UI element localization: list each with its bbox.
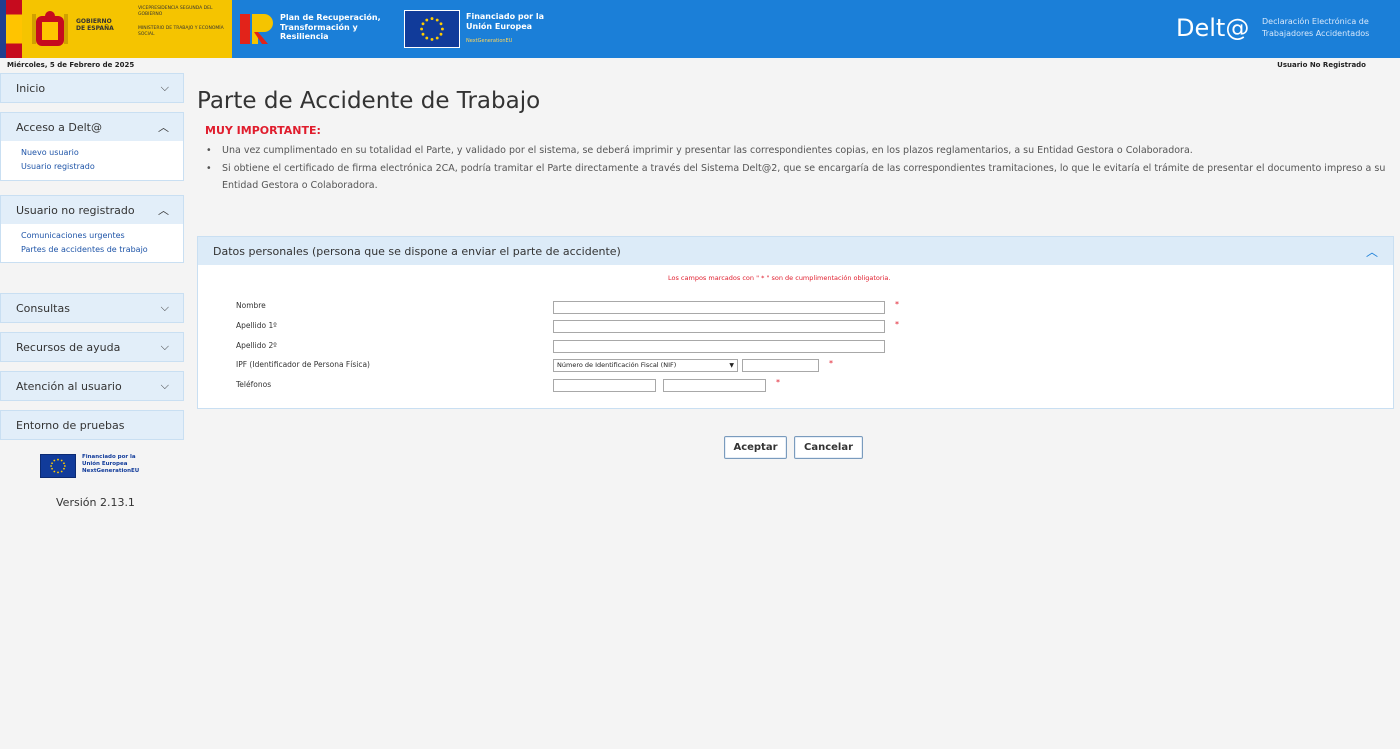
sidebar-item-atencion[interactable]: Atención al usuario ⌵ <box>0 371 184 401</box>
brand-subtitle: Declaración Electrónica de Trabajadores … <box>1262 17 1370 38</box>
vice-label: VICEPRESIDENCIA SEGUNDA DEL GOBIERNO MIN… <box>138 6 224 37</box>
link-nuevo-usuario[interactable]: Nuevo usuario <box>21 146 173 160</box>
chevron-down-icon: ⌵ <box>160 81 169 94</box>
prtr-logo-icon <box>240 14 273 44</box>
ipf-type-select[interactable]: Número de Identificación Fiscal (NIF) ▼ <box>553 359 738 372</box>
required-star: * <box>829 359 833 368</box>
plan-label: Plan de Recuperación, Transformación y R… <box>280 13 381 41</box>
sidebar-item-label: Usuario no registrado <box>16 203 135 217</box>
eu-label: Financiado por la Unión Europea <box>466 12 544 31</box>
ipf-number-input[interactable] <box>742 359 819 372</box>
ipf-selected-value: Número de Identificación Fiscal (NIF) <box>557 361 677 369</box>
sidebar-item-inicio[interactable]: Inicio ⌵ <box>0 73 184 103</box>
chevron-up-icon: ︿ <box>158 121 169 134</box>
accept-button[interactable]: Aceptar <box>724 436 787 459</box>
sidebar-item-consultas[interactable]: Consultas ⌵ <box>0 293 184 323</box>
chevron-down-icon: ▼ <box>729 362 734 369</box>
required-star: * <box>895 300 899 309</box>
sidebar-item-acceso[interactable]: Acceso a Delt@ ︿ <box>1 113 183 141</box>
page-title: Parte de Accidente de Trabajo <box>197 88 541 114</box>
sidebar-item-label: Inicio <box>16 81 46 95</box>
cancel-button[interactable]: Cancelar <box>794 436 863 459</box>
link-partes-accidentes[interactable]: Partes de accidentes de trabajo <box>21 243 151 256</box>
apellido2-input[interactable] <box>553 340 885 353</box>
note-item: Una vez cumplimentado en su totalidad el… <box>206 142 1390 160</box>
current-date: Miércoles, 5 de Febrero de 2025 <box>7 61 135 69</box>
coat-of-arms-icon <box>32 11 68 46</box>
apellido1-label: Apellido 1º <box>236 321 277 330</box>
sidebar-item-label: Entorno de pruebas <box>16 418 125 432</box>
telefono2-input[interactable] <box>663 379 766 392</box>
eu-flag-icon <box>40 454 76 478</box>
panel-title: Datos personales (persona que se dispone… <box>213 244 621 258</box>
nombre-input[interactable] <box>553 301 885 314</box>
chevron-down-icon: ⌵ <box>160 340 169 353</box>
eu-flag-icon <box>404 10 460 48</box>
link-comunicaciones-urgentes[interactable]: Comunicaciones urgentes <box>21 229 173 243</box>
flag-stripe <box>0 0 22 58</box>
nombre-label: Nombre <box>236 301 266 310</box>
header-banner: GOBIERNO DE ESPAÑA VICEPRESIDENCIA SEGUN… <box>0 0 1400 58</box>
important-notes: Una vez cumplimentado en su totalidad el… <box>206 142 1390 195</box>
required-star: * <box>776 378 780 387</box>
ipf-label: IPF (Identificador de Persona Física) <box>236 360 370 369</box>
sidebar-item-recursos[interactable]: Recursos de ayuda ⌵ <box>0 332 184 362</box>
sidebar-group-acceso: Acceso a Delt@ ︿ Nuevo usuario Usuario re… <box>0 112 184 181</box>
chevron-up-icon[interactable]: ︿ <box>1366 243 1378 260</box>
sidebar-group-no-registrado: Usuario no registrado ︿ Comunicaciones ur… <box>0 195 184 263</box>
apellido2-label: Apellido 2º <box>236 341 277 350</box>
personal-data-panel: Datos personales (persona que se dispone… <box>197 236 1394 409</box>
sidebar-item-no-registrado[interactable]: Usuario no registrado ︿ <box>1 196 183 224</box>
brand-logo[interactable]: Delt@ <box>1176 14 1249 42</box>
telefonos-label: Teléfonos <box>236 380 272 389</box>
required-star: * <box>895 320 899 329</box>
eu-sub-label: NextGenerationEU <box>466 38 513 44</box>
apellido1-input[interactable] <box>553 320 885 333</box>
panel-header[interactable]: Datos personales (persona que se dispone… <box>198 237 1393 265</box>
note-item: Si obtiene el certificado de firma elect… <box>206 160 1390 195</box>
important-heading: MUY IMPORTANTE: <box>205 124 321 137</box>
sidebar-item-entorno[interactable]: Entorno de pruebas <box>0 410 184 440</box>
eu-funding-label: Financiado por la Unión Europea NextGene… <box>82 454 140 474</box>
required-fields-note: Los campos marcados con " * " son de cum… <box>668 274 891 282</box>
chevron-down-icon: ⌵ <box>160 379 169 392</box>
sidebar-item-label: Acceso a Delt@ <box>16 120 102 134</box>
government-logo-block: GOBIERNO DE ESPAÑA VICEPRESIDENCIA SEGUN… <box>0 0 232 58</box>
link-usuario-registrado[interactable]: Usuario registrado <box>21 160 173 174</box>
chevron-up-icon: ︿ <box>158 204 169 217</box>
gov-label: GOBIERNO DE ESPAÑA <box>76 18 114 32</box>
sidebar-item-label: Atención al usuario <box>16 379 122 393</box>
sidebar-item-label: Consultas <box>16 301 70 315</box>
sidebar-item-label: Recursos de ayuda <box>16 340 121 354</box>
chevron-down-icon: ⌵ <box>160 301 169 314</box>
app-version: Versión 2.13.1 <box>56 496 135 509</box>
user-status: Usuario No Registrado <box>1277 61 1366 69</box>
telefono1-input[interactable] <box>553 379 656 392</box>
